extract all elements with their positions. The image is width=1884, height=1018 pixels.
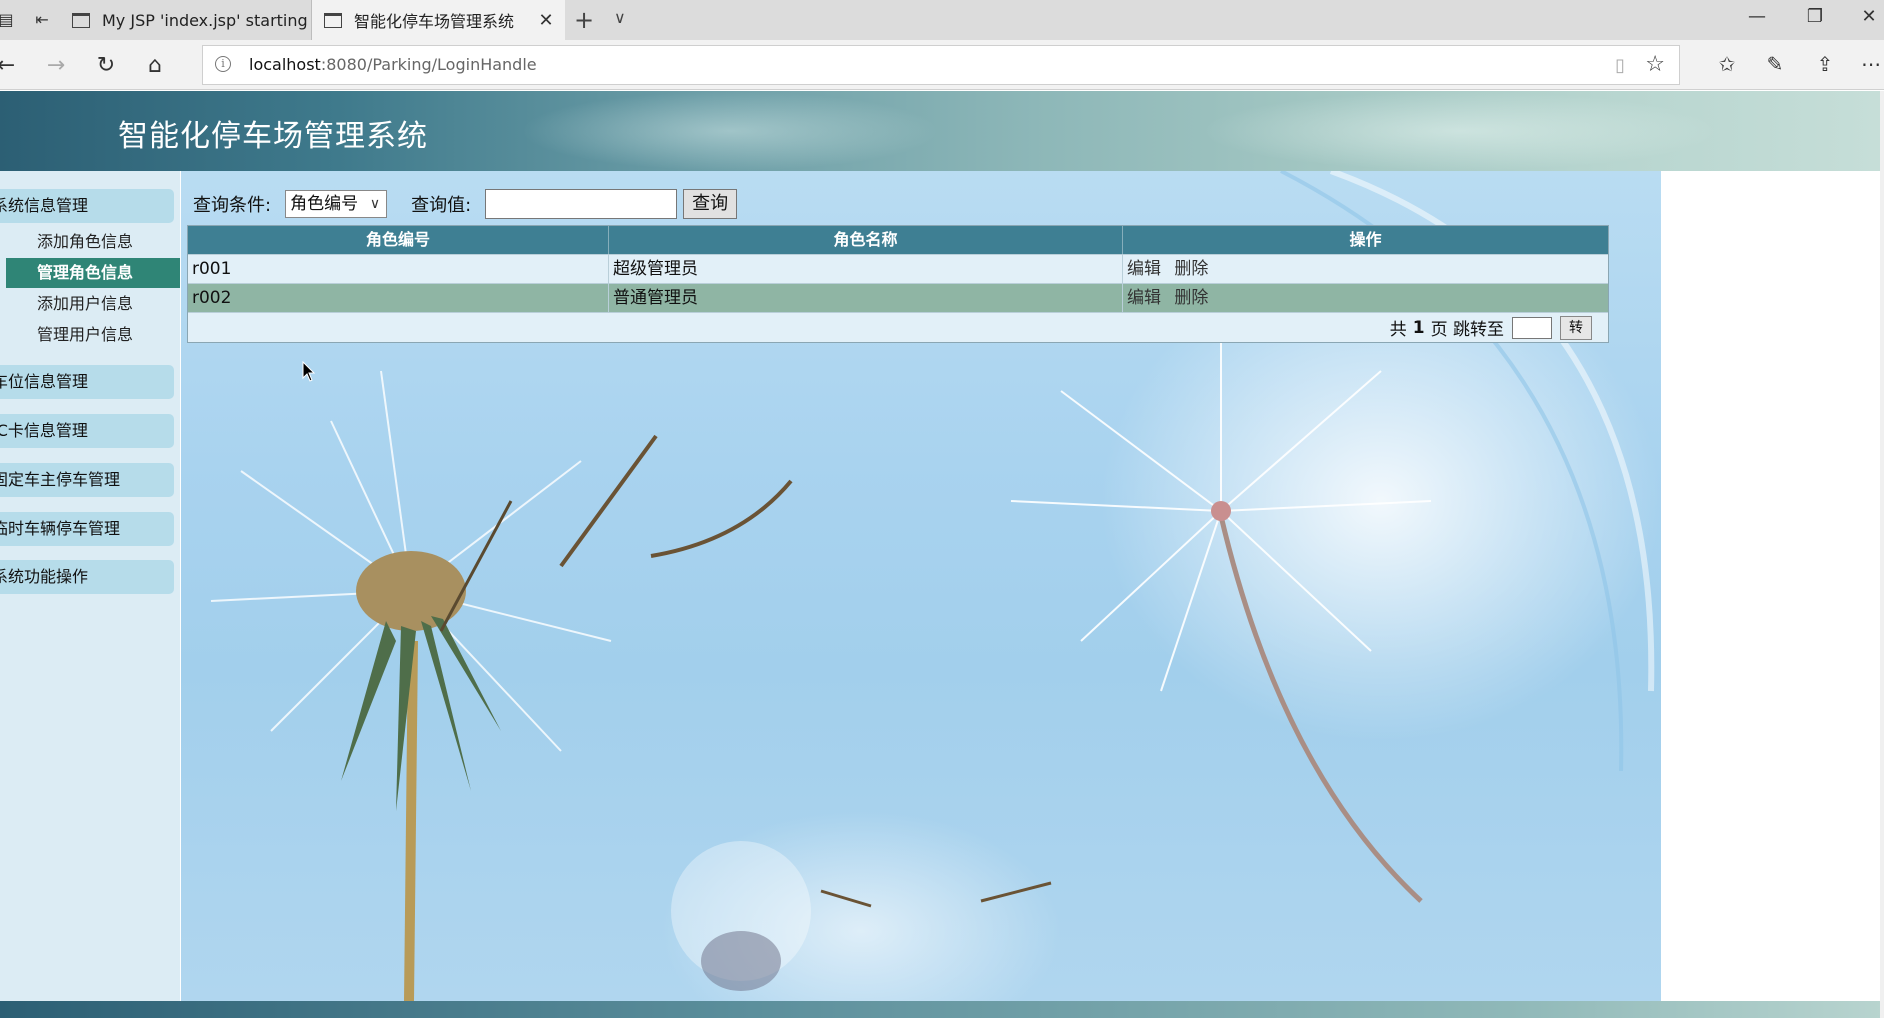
more-options-icon[interactable]: ⋯ bbox=[1856, 52, 1884, 80]
delete-link[interactable]: 删除 bbox=[1174, 288, 1208, 308]
table-row: r002 普通管理员 编辑 删除 bbox=[188, 283, 1608, 312]
column-header-role-id: 角色编号 bbox=[188, 226, 609, 254]
page-jump-button[interactable]: 转 bbox=[1560, 315, 1592, 340]
menu-group-temp-vehicle[interactable]: 临时车辆停车管理 bbox=[0, 512, 174, 546]
edit-link[interactable]: 编辑 bbox=[1127, 259, 1161, 279]
tab-title: 智能化停车场管理系统 bbox=[354, 12, 515, 31]
banner-glow bbox=[520, 91, 940, 171]
tab-index-jsp[interactable]: My JSP 'index.jsp' starting p bbox=[60, 0, 312, 40]
tab-title: My JSP 'index.jsp' starting p bbox=[102, 10, 311, 30]
cell-actions: 编辑 删除 bbox=[1123, 255, 1608, 283]
header-banner: 智能化停车场管理系统 bbox=[0, 91, 1880, 171]
sidebar-item-label: 添加角色信息 bbox=[37, 232, 134, 251]
main-content: 查询条件: 角色编号 ∨ 查询值: 查询 角色编号 角色名称 操作 r001 超… bbox=[181, 171, 1661, 1001]
banner-glow bbox=[1200, 91, 1720, 171]
new-tab-icon[interactable]: + bbox=[574, 6, 594, 34]
browser-address-bar: ← → ↻ ⌂ i localhost:8080/Parking/LoginHa… bbox=[0, 40, 1884, 90]
cell-actions: 编辑 删除 bbox=[1123, 284, 1608, 312]
scrollbar[interactable] bbox=[1880, 91, 1884, 1018]
menu-group-ic-card[interactable]: IC卡信息管理 bbox=[0, 414, 174, 448]
forward-arrow-icon[interactable]: → bbox=[42, 52, 70, 80]
sidebar-item-label: 添加用户信息 bbox=[37, 294, 134, 313]
page-icon bbox=[72, 12, 90, 28]
pager-total: 1 bbox=[1412, 317, 1425, 338]
footer-bar bbox=[0, 1001, 1884, 1018]
query-bar: 查询条件: 角色编号 ∨ 查询值: 查询 bbox=[193, 189, 738, 219]
menu-group-label: 系统信息管理 bbox=[0, 196, 89, 215]
sidebar-item-add-user[interactable]: 添加用户信息 bbox=[6, 289, 180, 319]
sidebar-item-label: 管理角色信息 bbox=[37, 263, 134, 282]
site-info-icon[interactable]: i bbox=[215, 56, 231, 72]
favorite-star-icon[interactable]: ☆ bbox=[1645, 52, 1665, 77]
query-condition-select[interactable]: 角色编号 ∨ bbox=[285, 190, 388, 218]
reading-view-icon[interactable]: ▯ bbox=[1615, 55, 1625, 76]
url-text: localhost:8080/Parking/LoginHandle bbox=[249, 55, 537, 74]
mouse-cursor-icon bbox=[302, 361, 316, 382]
cell-role-name: 普通管理员 bbox=[609, 284, 1123, 312]
refresh-icon[interactable]: ↻ bbox=[92, 52, 120, 80]
query-value-label: 查询值: bbox=[411, 195, 472, 216]
role-table: 角色编号 角色名称 操作 r001 超级管理员 编辑 删除 r002 普通管理员… bbox=[187, 225, 1609, 343]
cell-role-id: r001 bbox=[188, 255, 609, 283]
page-icon bbox=[324, 12, 342, 28]
menu-group-parking-space[interactable]: 车位信息管理 bbox=[0, 365, 174, 399]
tab-actions-icon[interactable]: ▤ bbox=[0, 8, 18, 32]
pager-prefix: 共 bbox=[1389, 320, 1407, 340]
menu-group-label: 车位信息管理 bbox=[0, 372, 89, 391]
query-button[interactable]: 查询 bbox=[683, 189, 738, 219]
url-host: localhost bbox=[249, 55, 321, 74]
menu-group-label: 临时车辆停车管理 bbox=[0, 519, 121, 538]
query-condition-value: 角色编号 bbox=[290, 194, 359, 214]
set-aside-tabs-icon[interactable]: ⇤ bbox=[30, 8, 54, 32]
sidebar-item-add-role[interactable]: 添加角色信息 bbox=[6, 227, 180, 257]
pager-suffix: 页 跳转至 bbox=[1430, 320, 1504, 340]
menu-group-label: 系统功能操作 bbox=[0, 567, 89, 586]
menu-group-system-functions[interactable]: 系统功能操作 bbox=[0, 560, 174, 594]
cell-role-id: r002 bbox=[188, 284, 609, 312]
column-header-actions: 操作 bbox=[1349, 230, 1382, 249]
favorites-hub-icon[interactable]: ✩ bbox=[1712, 52, 1742, 80]
site-title: 智能化停车场管理系统 bbox=[118, 119, 428, 154]
browser-tab-bar: ▤ ⇤ My JSP 'index.jsp' starting p 智能化停车场… bbox=[0, 0, 1884, 40]
back-arrow-icon[interactable]: ← bbox=[0, 52, 20, 80]
column-header-role-name: 角色名称 bbox=[609, 226, 1123, 254]
minimize-icon[interactable]: — bbox=[1742, 6, 1772, 27]
page-viewport: 智能化停车场管理系统 系统信息管理 添加角色信息 管理角色信息 添加用户信息 管… bbox=[0, 91, 1884, 1018]
cell-role-name: 超级管理员 bbox=[609, 255, 1123, 283]
delete-link[interactable]: 删除 bbox=[1174, 259, 1208, 279]
url-path: :8080/Parking/LoginHandle bbox=[320, 55, 537, 74]
chevron-down-icon: ∨ bbox=[369, 196, 381, 212]
edit-link[interactable]: 编辑 bbox=[1127, 288, 1161, 308]
query-value-input[interactable] bbox=[485, 189, 678, 219]
sidebar: 系统信息管理 添加角色信息 管理角色信息 添加用户信息 管理用户信息 车位信息管… bbox=[0, 171, 180, 1001]
url-field[interactable]: i localhost:8080/Parking/LoginHandle ▯ ☆ bbox=[202, 45, 1680, 85]
pen-notes-icon[interactable]: ✎ bbox=[1760, 52, 1790, 80]
table-header: 角色编号 角色名称 操作 bbox=[188, 226, 1608, 254]
close-window-icon[interactable]: ✕ bbox=[1854, 6, 1884, 27]
sidebar-item-label: 管理用户信息 bbox=[37, 325, 134, 344]
tab-preview-chevron-icon[interactable]: ∨ bbox=[614, 8, 626, 27]
close-tab-icon[interactable]: ✕ bbox=[533, 10, 559, 31]
tab-parking-system[interactable]: 智能化停车场管理系统 ✕ bbox=[312, 0, 565, 40]
menu-group-label: IC卡信息管理 bbox=[0, 421, 88, 440]
query-condition-label: 查询条件: bbox=[193, 195, 272, 216]
menu-group-label: 固定车主停车管理 bbox=[0, 470, 121, 489]
page-jump-input[interactable] bbox=[1512, 316, 1552, 339]
pagination: 共 1 页 跳转至 转 bbox=[188, 312, 1608, 342]
menu-group-system-info[interactable]: 系统信息管理 bbox=[0, 189, 174, 223]
sidebar-item-manage-user[interactable]: 管理用户信息 bbox=[6, 320, 180, 350]
table-row: r001 超级管理员 编辑 删除 bbox=[188, 254, 1608, 283]
restore-icon[interactable]: ❐ bbox=[1800, 6, 1830, 27]
menu-group-fixed-owner[interactable]: 固定车主停车管理 bbox=[0, 463, 174, 497]
share-icon[interactable]: ⇪ bbox=[1810, 52, 1840, 80]
home-icon[interactable]: ⌂ bbox=[141, 52, 169, 80]
sidebar-item-manage-role[interactable]: 管理角色信息 bbox=[6, 258, 180, 288]
